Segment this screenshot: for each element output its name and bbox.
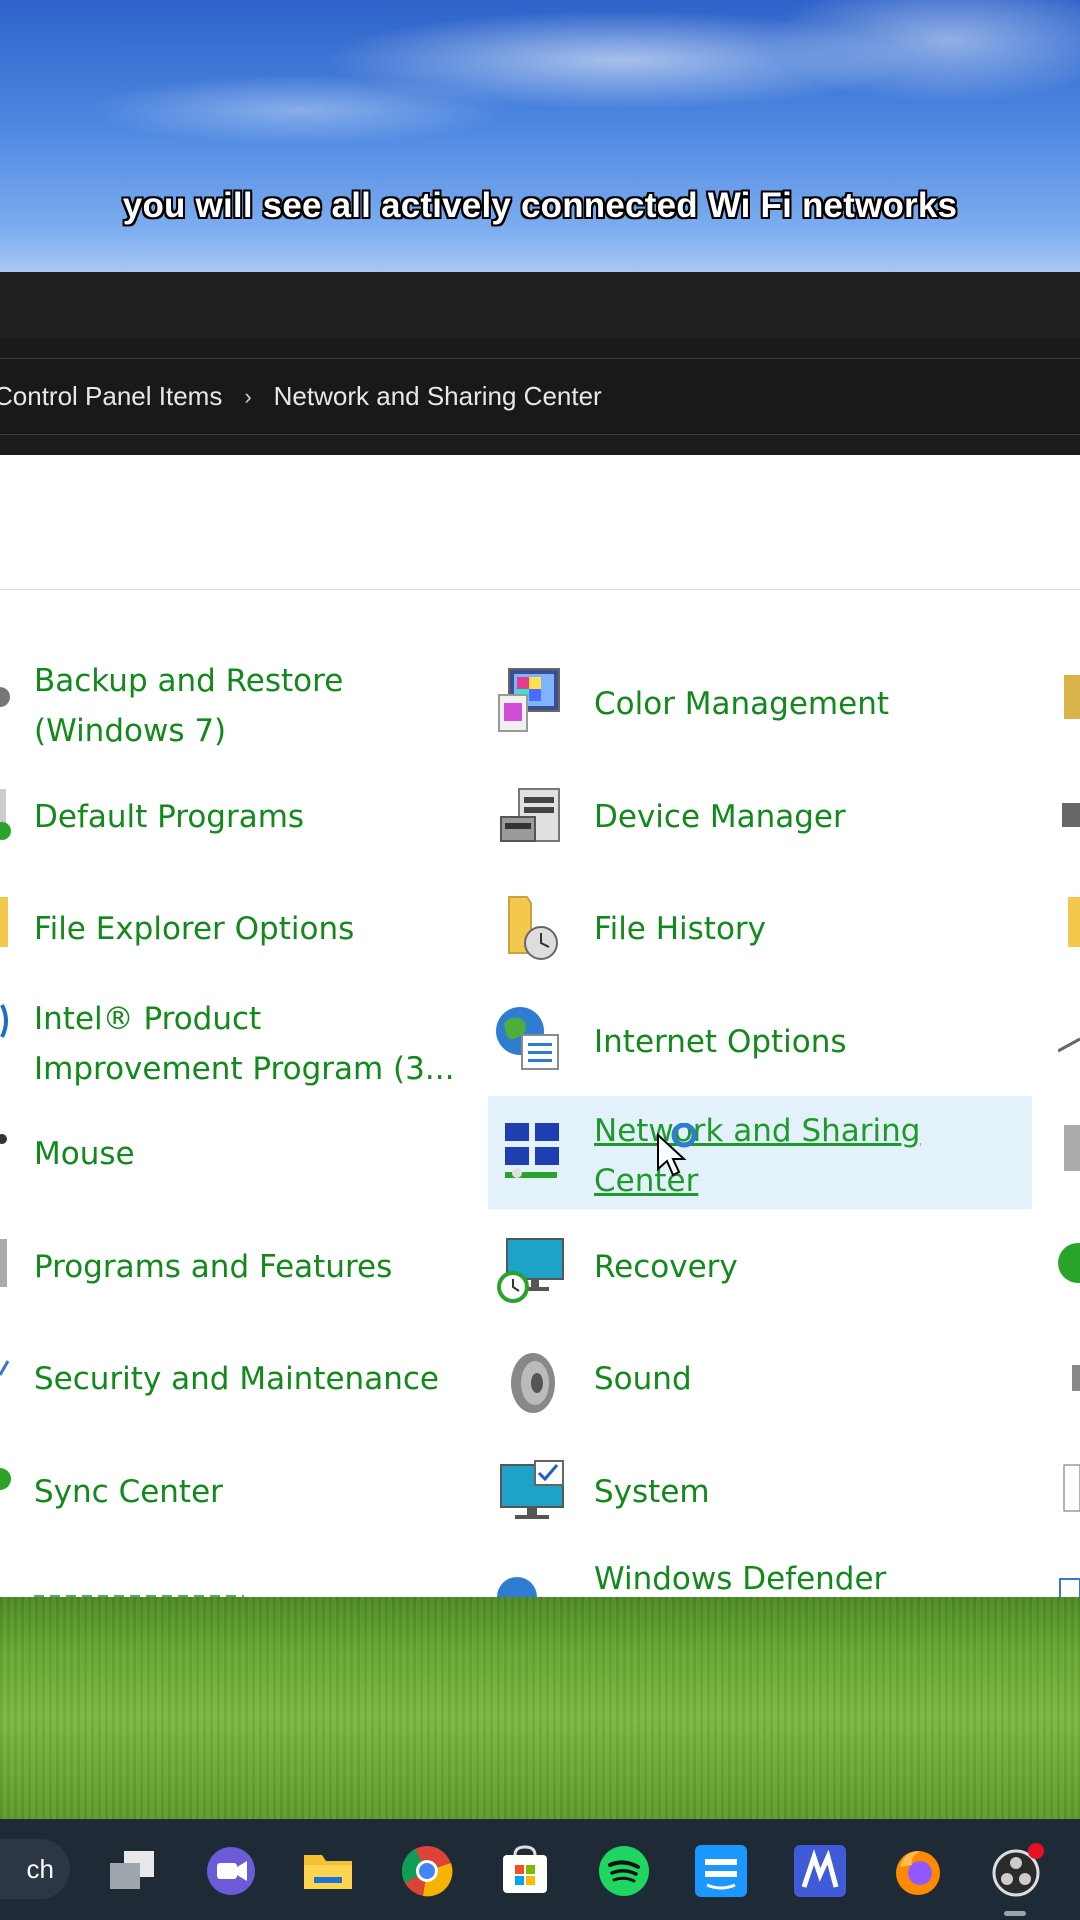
item-label: File Explorer Options bbox=[34, 911, 355, 947]
item-label: Mouse bbox=[34, 1136, 135, 1172]
window-title-bar[interactable] bbox=[0, 272, 1080, 338]
device-manager-icon bbox=[500, 788, 560, 842]
mouse-cursor-icon bbox=[657, 1123, 697, 1177]
header-divider bbox=[0, 589, 1080, 590]
file-history-icon bbox=[508, 896, 558, 960]
breadcrumb-separator: › bbox=[244, 383, 252, 409]
item-label: Default Programs bbox=[34, 799, 305, 835]
firefox-icon[interactable] bbox=[890, 1843, 946, 1899]
folder-options-icon bbox=[0, 897, 8, 947]
spotify-icon[interactable] bbox=[596, 1843, 652, 1899]
security-maintenance-icon bbox=[0, 1360, 10, 1376]
programs-features-icon bbox=[0, 1239, 7, 1287]
color-management-icon bbox=[498, 668, 560, 732]
desktop-wallpaper-grass bbox=[0, 1597, 1080, 1819]
item-label: Backup and Restore bbox=[34, 663, 344, 699]
item-user-accounts-partial[interactable] bbox=[34, 1585, 244, 1597]
item-label: (Windows 7) bbox=[34, 713, 227, 749]
default-programs-icon bbox=[0, 789, 11, 840]
item-mouse[interactable]: Mouse bbox=[34, 1129, 135, 1179]
address-bar[interactable]: Control Panel Items › Network and Sharin… bbox=[0, 359, 1080, 435]
item-windows-defender[interactable]: Windows Defender bbox=[594, 1554, 886, 1597]
chrome-icon[interactable] bbox=[399, 1843, 455, 1899]
running-app-indicator bbox=[1004, 1911, 1026, 1916]
item-label: Internet Options bbox=[594, 1024, 847, 1060]
item-label: Center bbox=[594, 1163, 699, 1199]
phone-modem-icon bbox=[1064, 1125, 1080, 1171]
devices-printers-icon bbox=[1062, 803, 1080, 827]
internet-options-icon bbox=[496, 1007, 559, 1070]
sound-icon bbox=[511, 1353, 555, 1413]
credential-manager-icon bbox=[1064, 675, 1080, 719]
item-device-manager[interactable]: Device Manager bbox=[594, 792, 846, 842]
item-label: Intel® Product bbox=[34, 1001, 262, 1037]
desktop-wallpaper-sky bbox=[0, 0, 1080, 272]
item-color-management[interactable]: Color Management bbox=[594, 679, 889, 729]
item-label: Network and Sharing bbox=[594, 1113, 921, 1149]
item-label: Device Manager bbox=[594, 799, 846, 835]
item-label: Programs and Features bbox=[34, 1249, 393, 1285]
fonts-icon bbox=[1068, 897, 1080, 947]
task-view-icon[interactable] bbox=[104, 1843, 160, 1899]
recovery-icon bbox=[497, 1238, 564, 1303]
network-sharing-icon bbox=[505, 1123, 559, 1178]
backup-icon bbox=[0, 687, 10, 707]
item-sound[interactable]: Sound bbox=[594, 1354, 692, 1404]
item-label: Windows Defender bbox=[594, 1561, 887, 1597]
region-icon bbox=[1058, 1243, 1080, 1283]
item-label: System bbox=[594, 1474, 710, 1510]
item-intel-improvement[interactable]: Intel® Product Improvement Program (3... bbox=[34, 994, 454, 1094]
breadcrumb-control-panel-items[interactable]: Control Panel Items bbox=[0, 381, 222, 412]
item-label: Sync Center bbox=[34, 1474, 223, 1510]
control-panel-items-view: Backup and Restore (Windows 7) Default P… bbox=[0, 455, 1080, 1597]
sync-center-icon bbox=[0, 1468, 11, 1490]
prime-video-icon[interactable] bbox=[693, 1843, 749, 1899]
speech-icon bbox=[1072, 1365, 1080, 1391]
item-label: File History bbox=[594, 911, 767, 947]
app-m-icon[interactable] bbox=[792, 1843, 848, 1899]
breadcrumb-network-sharing-center[interactable]: Network and Sharing Center bbox=[274, 381, 602, 412]
video-caption: you will see all actively connected Wi F… bbox=[122, 186, 958, 225]
item-programs-features[interactable]: Programs and Features bbox=[34, 1242, 392, 1292]
item-sync-center[interactable]: Sync Center bbox=[34, 1467, 223, 1517]
windows-defender-icon bbox=[497, 1577, 537, 1597]
system-icon bbox=[500, 1460, 564, 1519]
microsoft-store-icon[interactable] bbox=[497, 1843, 553, 1899]
taskbar-nav-icon bbox=[1063, 1464, 1080, 1512]
item-label: Color Management bbox=[594, 686, 889, 722]
mouse-icon bbox=[0, 1134, 7, 1144]
item-label: Recovery bbox=[594, 1249, 738, 1285]
item-label: Sound bbox=[594, 1361, 692, 1397]
work-folders-icon bbox=[1059, 1578, 1080, 1597]
keyboard-icon bbox=[1058, 1037, 1080, 1053]
meet-app-icon[interactable] bbox=[203, 1843, 259, 1899]
window-toolbar-strip bbox=[0, 338, 1080, 359]
item-default-programs[interactable]: Default Programs bbox=[34, 792, 304, 842]
item-file-explorer-options[interactable]: File Explorer Options bbox=[34, 904, 354, 954]
intel-icon bbox=[0, 1004, 8, 1038]
window-command-bar bbox=[0, 435, 1080, 455]
file-explorer-icon[interactable] bbox=[300, 1843, 356, 1899]
item-backup-restore[interactable]: Backup and Restore (Windows 7) bbox=[34, 656, 343, 756]
item-security-maintenance[interactable]: Security and Maintenance bbox=[34, 1354, 439, 1404]
taskbar-search-box[interactable]: ch bbox=[0, 1839, 70, 1899]
item-label: Improvement Program (3... bbox=[34, 1051, 455, 1087]
item-label: Security and Maintenance bbox=[34, 1361, 439, 1397]
search-box-text: ch bbox=[26, 1853, 54, 1884]
item-file-history[interactable]: File History bbox=[594, 904, 766, 954]
item-recovery[interactable]: Recovery bbox=[594, 1242, 738, 1292]
obs-icon[interactable] bbox=[988, 1843, 1044, 1899]
item-network-sharing-center[interactable]: Network and Sharing Center bbox=[594, 1106, 920, 1206]
item-system[interactable]: System bbox=[594, 1467, 710, 1517]
item-internet-options[interactable]: Internet Options bbox=[594, 1017, 847, 1067]
taskbar: ch bbox=[0, 1819, 1080, 1920]
